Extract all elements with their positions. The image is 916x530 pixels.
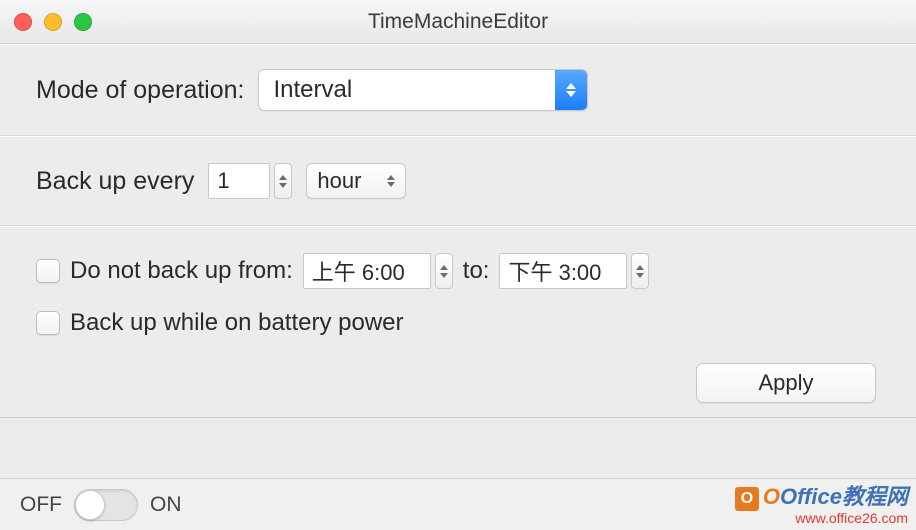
mode-label: Mode of operation:	[36, 76, 244, 105]
interval-label: Back up every	[36, 167, 194, 196]
interval-unit-value: hour	[307, 168, 383, 194]
titlebar: TimeMachineEditor	[0, 0, 916, 44]
zoom-icon[interactable]	[74, 13, 92, 31]
chevron-up-icon	[440, 265, 448, 270]
window-title: TimeMachineEditor	[0, 10, 916, 34]
interval-section: Back up every 1 hour	[0, 136, 916, 226]
toggle-off-label: OFF	[20, 493, 62, 517]
traffic-lights	[14, 13, 92, 31]
chevron-down-icon	[279, 183, 287, 188]
toggle-on-label: ON	[150, 493, 182, 517]
mode-select-value: Interval	[259, 76, 555, 104]
exclude-label: Do not back up from:	[70, 257, 293, 285]
chevron-up-icon	[279, 175, 287, 180]
interval-value-input[interactable]: 1	[208, 163, 270, 199]
enable-toggle[interactable]	[74, 489, 138, 521]
mode-section: Mode of operation: Interval	[0, 44, 916, 136]
footer: OFF ON	[0, 478, 916, 530]
interval-stepper[interactable]	[274, 163, 292, 199]
chevron-updown-icon	[383, 175, 405, 187]
battery-checkbox[interactable]	[36, 311, 60, 335]
exclude-from-stepper[interactable]	[435, 253, 453, 289]
interval-unit-select[interactable]: hour	[306, 163, 406, 199]
chevron-down-icon	[440, 273, 448, 278]
chevron-up-icon	[636, 265, 644, 270]
close-icon[interactable]	[14, 13, 32, 31]
options-section: Do not back up from: 上午 6:00 to: 下午 3:00…	[0, 226, 916, 418]
chevron-updown-icon	[555, 70, 587, 110]
exclude-to-stepper[interactable]	[631, 253, 649, 289]
apply-button[interactable]: Apply	[696, 363, 876, 403]
exclude-to-input[interactable]: 下午 3:00	[499, 253, 627, 289]
battery-label: Back up while on battery power	[70, 309, 404, 337]
toggle-knob-icon	[75, 490, 105, 520]
exclude-to-label: to:	[463, 257, 490, 285]
exclude-range-checkbox[interactable]	[36, 259, 60, 283]
chevron-down-icon	[636, 273, 644, 278]
mode-select[interactable]: Interval	[258, 69, 588, 111]
minimize-icon[interactable]	[44, 13, 62, 31]
exclude-from-input[interactable]: 上午 6:00	[303, 253, 431, 289]
